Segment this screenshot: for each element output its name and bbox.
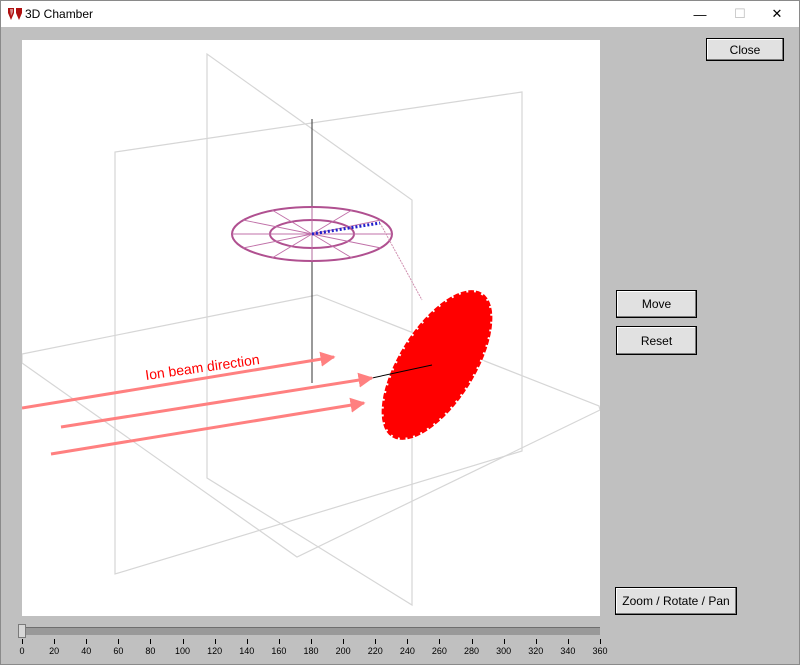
slider-tick [214, 639, 216, 644]
slider-tick [22, 639, 23, 644]
window-title: 3D Chamber [25, 7, 94, 21]
slider-tick-label: 220 [367, 646, 383, 656]
slider-tick [471, 639, 473, 644]
zoom-rotate-pan-button[interactable]: Zoom / Rotate / Pan [615, 587, 737, 615]
chamber-frame [22, 52, 600, 607]
reset-button[interactable]: Reset [616, 326, 697, 355]
slider-tick [54, 639, 56, 644]
slider-tick [118, 639, 120, 644]
slider-tick [150, 639, 152, 644]
slider-tick-label: 240 [399, 646, 415, 656]
slider-tick [246, 639, 248, 644]
slider-tick [182, 639, 184, 644]
slider-tick-label: 120 [207, 646, 223, 656]
slider-tick-label: 200 [335, 646, 351, 656]
slider-tick-label: 340 [560, 646, 576, 656]
slider-tick-label: 0 [19, 646, 25, 656]
slider-tick-label: 300 [496, 646, 512, 656]
slider-tick-label: 60 [113, 646, 124, 656]
slider-tick [311, 639, 312, 644]
slider-tick-label: 280 [464, 646, 480, 656]
slider-tick [503, 639, 505, 644]
slider-tick-label: 40 [81, 646, 92, 656]
slider-tick-label: 360 [592, 646, 608, 656]
rotation-slider[interactable]: 0 20 40 60 80 100 120 140 160 180 200 220 240 260 280 3… [16, 621, 608, 665]
slider-track[interactable] [22, 627, 600, 635]
close-button[interactable]: Close [706, 38, 784, 61]
slider-tick [407, 639, 409, 644]
app-icon [8, 8, 22, 20]
move-button[interactable]: Move [616, 290, 697, 318]
slider-tick-label: 80 [145, 646, 156, 656]
slider-tick [567, 639, 569, 644]
slider-tick-label: 260 [431, 646, 447, 656]
target-area [381, 290, 493, 440]
slider-tick-label: 320 [528, 646, 544, 656]
chamber-window: 3D Chamber — ☐ ✕ Ion beam direction Clos… [0, 0, 800, 665]
slider-tick [439, 639, 441, 644]
slider-tick [375, 639, 377, 644]
slider-thumb[interactable] [18, 624, 26, 638]
slider-tick-label: 20 [49, 646, 60, 656]
slider-tick [600, 639, 601, 644]
chamber-scene: Ion beam direction [22, 52, 600, 607]
slider-tick [343, 639, 345, 644]
slider-tick [86, 639, 88, 644]
close-window-icon[interactable]: ✕ [754, 1, 800, 27]
slider-tick-label: 180 [303, 646, 319, 656]
3d-view-canvas[interactable]: Ion beam direction [22, 40, 600, 616]
title-bar[interactable]: 3D Chamber — ☐ ✕ [1, 1, 799, 27]
holder-link [379, 222, 423, 301]
slider-tick-label: 140 [239, 646, 255, 656]
slider-tick-label: 100 [175, 646, 191, 656]
slider-tick [278, 639, 280, 644]
slider-tick-label: 160 [271, 646, 287, 656]
slider-tick [535, 639, 537, 644]
